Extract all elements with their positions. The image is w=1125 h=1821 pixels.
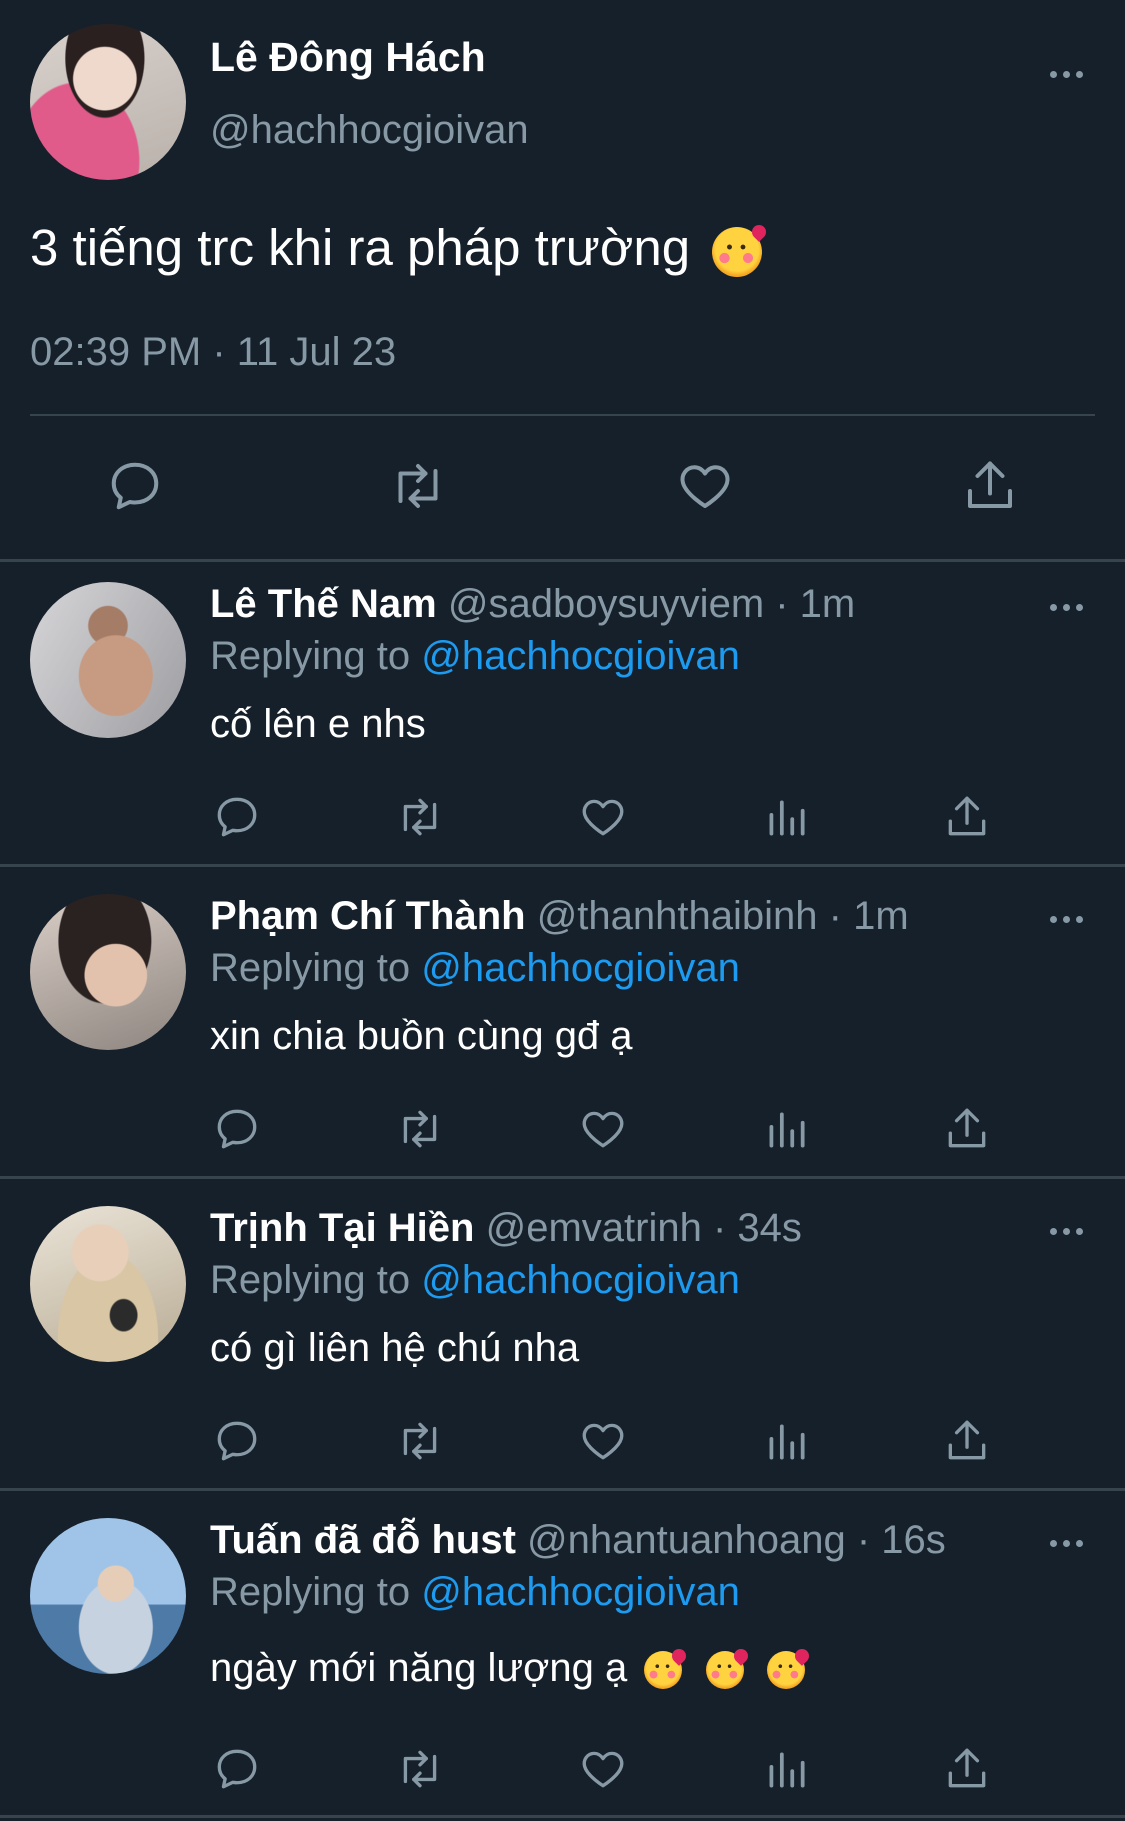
reply-mention-link[interactable]: @hachhocgioivan — [421, 1570, 740, 1614]
reply-item[interactable]: Trịnh Tại Hiền @emvatrinh · 34s Replying… — [0, 1186, 1125, 1498]
author-avatar[interactable] — [30, 24, 186, 180]
avatar[interactable] — [30, 894, 186, 1050]
reply-text: cố lên e nhs — [210, 702, 426, 746]
reply-icon[interactable] — [212, 1416, 262, 1466]
more-options-icon[interactable] — [1050, 71, 1083, 78]
replying-to-label: Replying to — [210, 1570, 411, 1614]
analytics-icon[interactable] — [761, 1104, 811, 1154]
divider — [0, 1488, 1125, 1491]
divider — [0, 864, 1125, 867]
share-icon[interactable] — [960, 456, 1020, 516]
smiling-face-with-hearts-icon — [644, 1651, 683, 1690]
retweet-icon[interactable] — [395, 792, 445, 842]
reply-author-name[interactable]: Phạm Chí Thành — [210, 894, 526, 938]
replying-to-label: Replying to — [210, 1258, 411, 1302]
replying-to-label: Replying to — [210, 946, 411, 990]
reply-item[interactable]: Lê Thế Nam @sadboysuyviem · 1m Replying … — [0, 562, 1125, 874]
reply-text: xin chia buồn cùng gđ ạ — [210, 1014, 633, 1058]
tweet-text: 3 tiếng trc khi ra pháp trường — [30, 218, 763, 277]
reply-mention-link[interactable]: @hachhocgioivan — [421, 1258, 740, 1302]
divider — [0, 1815, 1125, 1818]
like-icon[interactable] — [578, 1416, 628, 1466]
reply-text: ngày mới năng lượng ạ — [210, 1646, 805, 1691]
reply-text: có gì liên hệ chú nha — [210, 1326, 580, 1370]
retweet-icon[interactable] — [395, 1416, 445, 1466]
share-icon[interactable] — [942, 1744, 992, 1794]
tweet-text-content: 3 tiếng trc khi ra pháp trường — [30, 219, 691, 276]
share-icon[interactable] — [942, 1416, 992, 1466]
retweet-icon[interactable] — [395, 1744, 445, 1794]
more-options-icon[interactable] — [1050, 1228, 1083, 1235]
author-handle[interactable]: @hachhocgioivan — [210, 108, 529, 153]
reply-mention-link[interactable]: @hachhocgioivan — [421, 946, 740, 990]
avatar[interactable] — [30, 1206, 186, 1362]
retweet-icon[interactable] — [395, 1104, 445, 1154]
reply-handle-time: @nhantuanhoang · 16s — [527, 1518, 946, 1562]
reply-icon[interactable] — [105, 456, 165, 516]
more-options-icon[interactable] — [1050, 916, 1083, 923]
reply-handle-time: @sadboysuyviem · 1m — [447, 582, 856, 626]
smiling-face-with-hearts-icon — [705, 1651, 744, 1690]
smiling-face-with-hearts-icon — [766, 1651, 805, 1690]
more-options-icon[interactable] — [1050, 1540, 1083, 1547]
analytics-icon[interactable] — [761, 1744, 811, 1794]
share-icon[interactable] — [942, 792, 992, 842]
reply-item[interactable]: Tuấn đã đỗ hust @nhantuanhoang · 16s Rep… — [0, 1498, 1125, 1810]
reply-text-content: ngày mới năng lượng ạ — [210, 1646, 628, 1690]
like-icon[interactable] — [578, 1744, 628, 1794]
reply-author-name[interactable]: Tuấn đã đỗ hust — [210, 1518, 516, 1562]
tweet-timestamp: 02:39 PM · 11 Jul 23 — [30, 330, 397, 374]
like-icon[interactable] — [578, 1104, 628, 1154]
author-name[interactable]: Lê Đông Hách — [210, 34, 486, 81]
reply-icon[interactable] — [212, 1104, 262, 1154]
reply-icon[interactable] — [212, 1744, 262, 1794]
divider — [30, 414, 1095, 416]
like-icon[interactable] — [675, 456, 735, 516]
share-icon[interactable] — [942, 1104, 992, 1154]
analytics-icon[interactable] — [761, 792, 811, 842]
smiling-face-with-hearts-icon — [712, 226, 763, 277]
divider — [0, 1176, 1125, 1179]
retweet-icon[interactable] — [388, 456, 448, 516]
reply-author-name[interactable]: Trịnh Tại Hiền — [210, 1206, 474, 1250]
like-icon[interactable] — [578, 792, 628, 842]
more-options-icon[interactable] — [1050, 604, 1083, 611]
reply-handle-time: @thanhthaibinh · 1m — [536, 894, 909, 938]
reply-icon[interactable] — [212, 792, 262, 842]
replying-to-label: Replying to — [210, 634, 411, 678]
reply-handle-time: @emvatrinh · 34s — [485, 1206, 802, 1250]
analytics-icon[interactable] — [761, 1416, 811, 1466]
avatar[interactable] — [30, 582, 186, 738]
reply-item[interactable]: Phạm Chí Thành @thanhthaibinh · 1m Reply… — [0, 874, 1125, 1186]
reply-author-name[interactable]: Lê Thế Nam — [210, 582, 437, 626]
reply-mention-link[interactable]: @hachhocgioivan — [421, 634, 740, 678]
avatar[interactable] — [30, 1518, 186, 1674]
